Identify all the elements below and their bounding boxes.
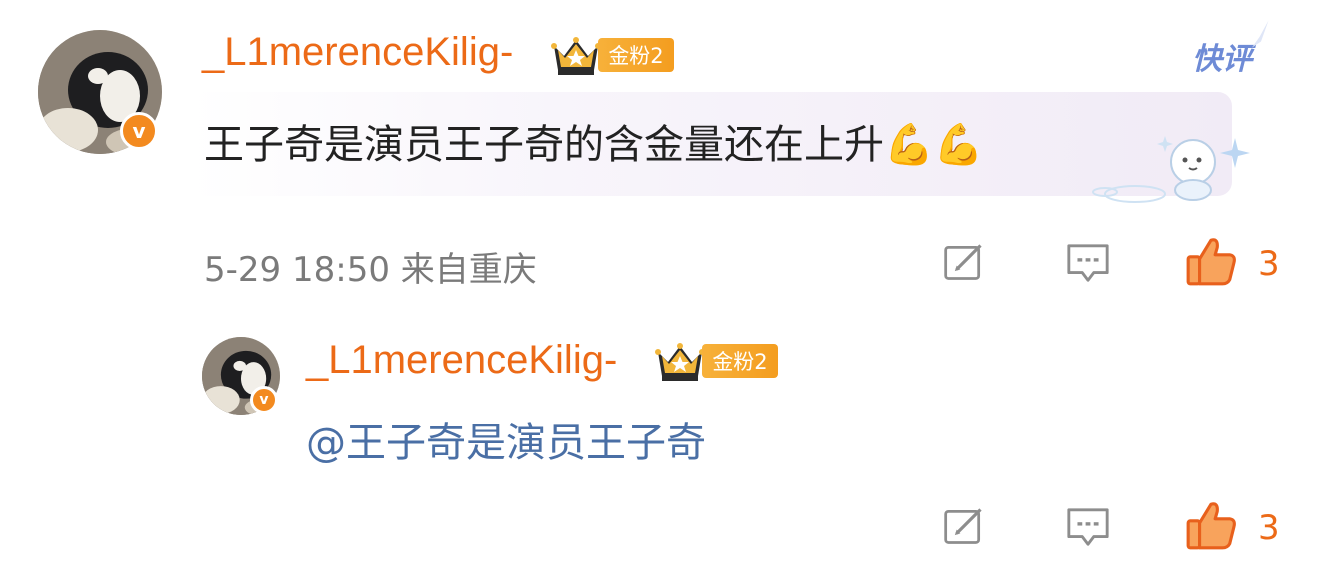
username[interactable]: _L1merenceKilig- <box>306 338 617 383</box>
like-icon[interactable] <box>1184 498 1238 552</box>
crown-icon <box>655 343 705 381</box>
fan-badge: 金粉2 <box>702 344 778 378</box>
comment-icon[interactable] <box>1064 504 1112 550</box>
repost-icon[interactable] <box>940 240 988 284</box>
verified-v-icon: v <box>250 386 278 414</box>
fan-badge: 金粉2 <box>598 38 674 72</box>
username[interactable]: _L1merenceKilig- <box>202 30 513 75</box>
comment-icon[interactable] <box>1064 240 1112 286</box>
repost-icon[interactable] <box>940 504 988 548</box>
mention-link[interactable]: @王子奇是演员王子奇 <box>306 410 706 468</box>
like-icon[interactable] <box>1184 234 1238 288</box>
quick-comment-tag: 快评 <box>1192 42 1252 77</box>
crown-icon <box>551 37 601 75</box>
sticker-decoration <box>1092 136 1250 203</box>
sparkle-decoration <box>1252 20 1269 48</box>
comment-meta: 5-29 18:50 来自重庆 <box>204 250 537 290</box>
comment-text: 王子奇是演员王子奇的含金量还在上升💪💪 <box>204 122 984 168</box>
like-count: 3 <box>1258 508 1280 548</box>
verified-v-icon: v <box>120 112 158 150</box>
like-count: 3 <box>1258 244 1280 284</box>
